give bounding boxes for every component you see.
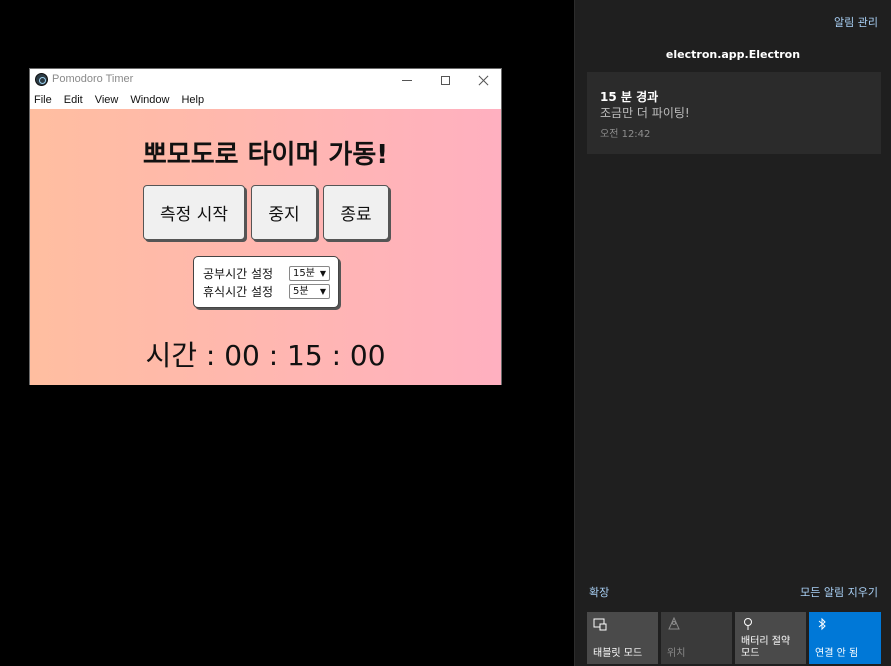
app-content: 뽀모도로 타이머 가동! 측정 시작 중지 종료 공부시간 설정 15분 ▼ 휴… (30, 109, 501, 385)
settings-box: 공부시간 설정 15분 ▼ 휴식시간 설정 5분 ▼ (193, 256, 339, 308)
bluetooth-label: 연결 안 됨 (815, 648, 859, 659)
dropdown-arrow-icon: ▼ (319, 269, 326, 278)
bluetooth-icon (818, 617, 826, 631)
close-icon (478, 75, 489, 86)
study-time-label: 공부시간 설정 (203, 267, 274, 281)
stop-button[interactable]: 중지 (251, 185, 317, 240)
app-icon (35, 73, 48, 86)
manage-notifications-link[interactable]: 알림 관리 (834, 14, 878, 30)
menu-view[interactable]: View (95, 92, 119, 109)
close-button[interactable] (464, 69, 502, 92)
study-time-select[interactable]: 15분 ▼ (289, 266, 330, 281)
page-title: 뽀모도로 타이머 가동! (142, 140, 389, 170)
minimize-icon (402, 80, 412, 81)
action-center: 알림 관리 electron.app.Electron 15 분 경과 조금만 … (574, 0, 891, 666)
notification-time: 오전 12:42 (600, 129, 651, 140)
menu-edit[interactable]: Edit (64, 92, 83, 109)
notification-group-header: electron.app.Electron (665, 48, 801, 61)
tablet-mode-icon (593, 618, 607, 631)
notification-card[interactable]: 15 분 경과 조금만 더 파이팅! 오전 12:42 (587, 72, 881, 154)
battery-saver-label: 배터리 절약 모드 (741, 636, 791, 659)
battery-saver-tile[interactable]: 배터리 절약 모드 (735, 612, 806, 664)
battery-saver-icon (744, 618, 752, 630)
tablet-mode-label: 태블릿 모드 (593, 648, 643, 659)
title-bar[interactable]: Pomodoro Timer (30, 69, 501, 92)
rest-time-select[interactable]: 5분 ▼ (289, 284, 330, 299)
menu-bar: File Edit View Window Help (30, 92, 501, 109)
maximize-icon (440, 76, 450, 85)
bluetooth-tile[interactable]: 연결 안 됨 (809, 612, 881, 664)
study-time-value: 15분 (293, 268, 315, 279)
location-tile[interactable]: 위치 (661, 612, 732, 664)
minimize-button[interactable] (388, 69, 426, 92)
rest-time-row: 휴식시간 설정 5분 ▼ (203, 283, 330, 300)
menu-file[interactable]: File (34, 92, 52, 109)
menu-help[interactable]: Help (181, 92, 204, 109)
location-label: 위치 (667, 648, 686, 659)
maximize-button[interactable] (426, 69, 464, 92)
dropdown-arrow-icon: ▼ (319, 287, 326, 296)
window-title: Pomodoro Timer (52, 73, 134, 85)
start-button[interactable]: 측정 시작 (143, 185, 245, 240)
notification-body: 조금만 더 파이팅! (600, 106, 690, 120)
clear-all-link[interactable]: 모든 알림 지우기 (800, 584, 878, 600)
pomodoro-window: Pomodoro Timer File Edit View Window Hel… (29, 68, 502, 385)
tablet-mode-tile[interactable]: 태블릿 모드 (587, 612, 658, 664)
location-icon (668, 617, 680, 630)
study-time-row: 공부시간 설정 15분 ▼ (203, 265, 330, 282)
notification-title: 15 분 경과 (600, 90, 659, 104)
menu-window[interactable]: Window (130, 92, 169, 109)
rest-time-value: 5분 (293, 286, 309, 297)
end-button[interactable]: 종료 (323, 185, 389, 240)
rest-time-label: 휴식시간 설정 (203, 285, 274, 299)
timer-display: 시간 : 00 : 15 : 00 (145, 339, 386, 372)
expand-link[interactable]: 확장 (589, 584, 609, 600)
